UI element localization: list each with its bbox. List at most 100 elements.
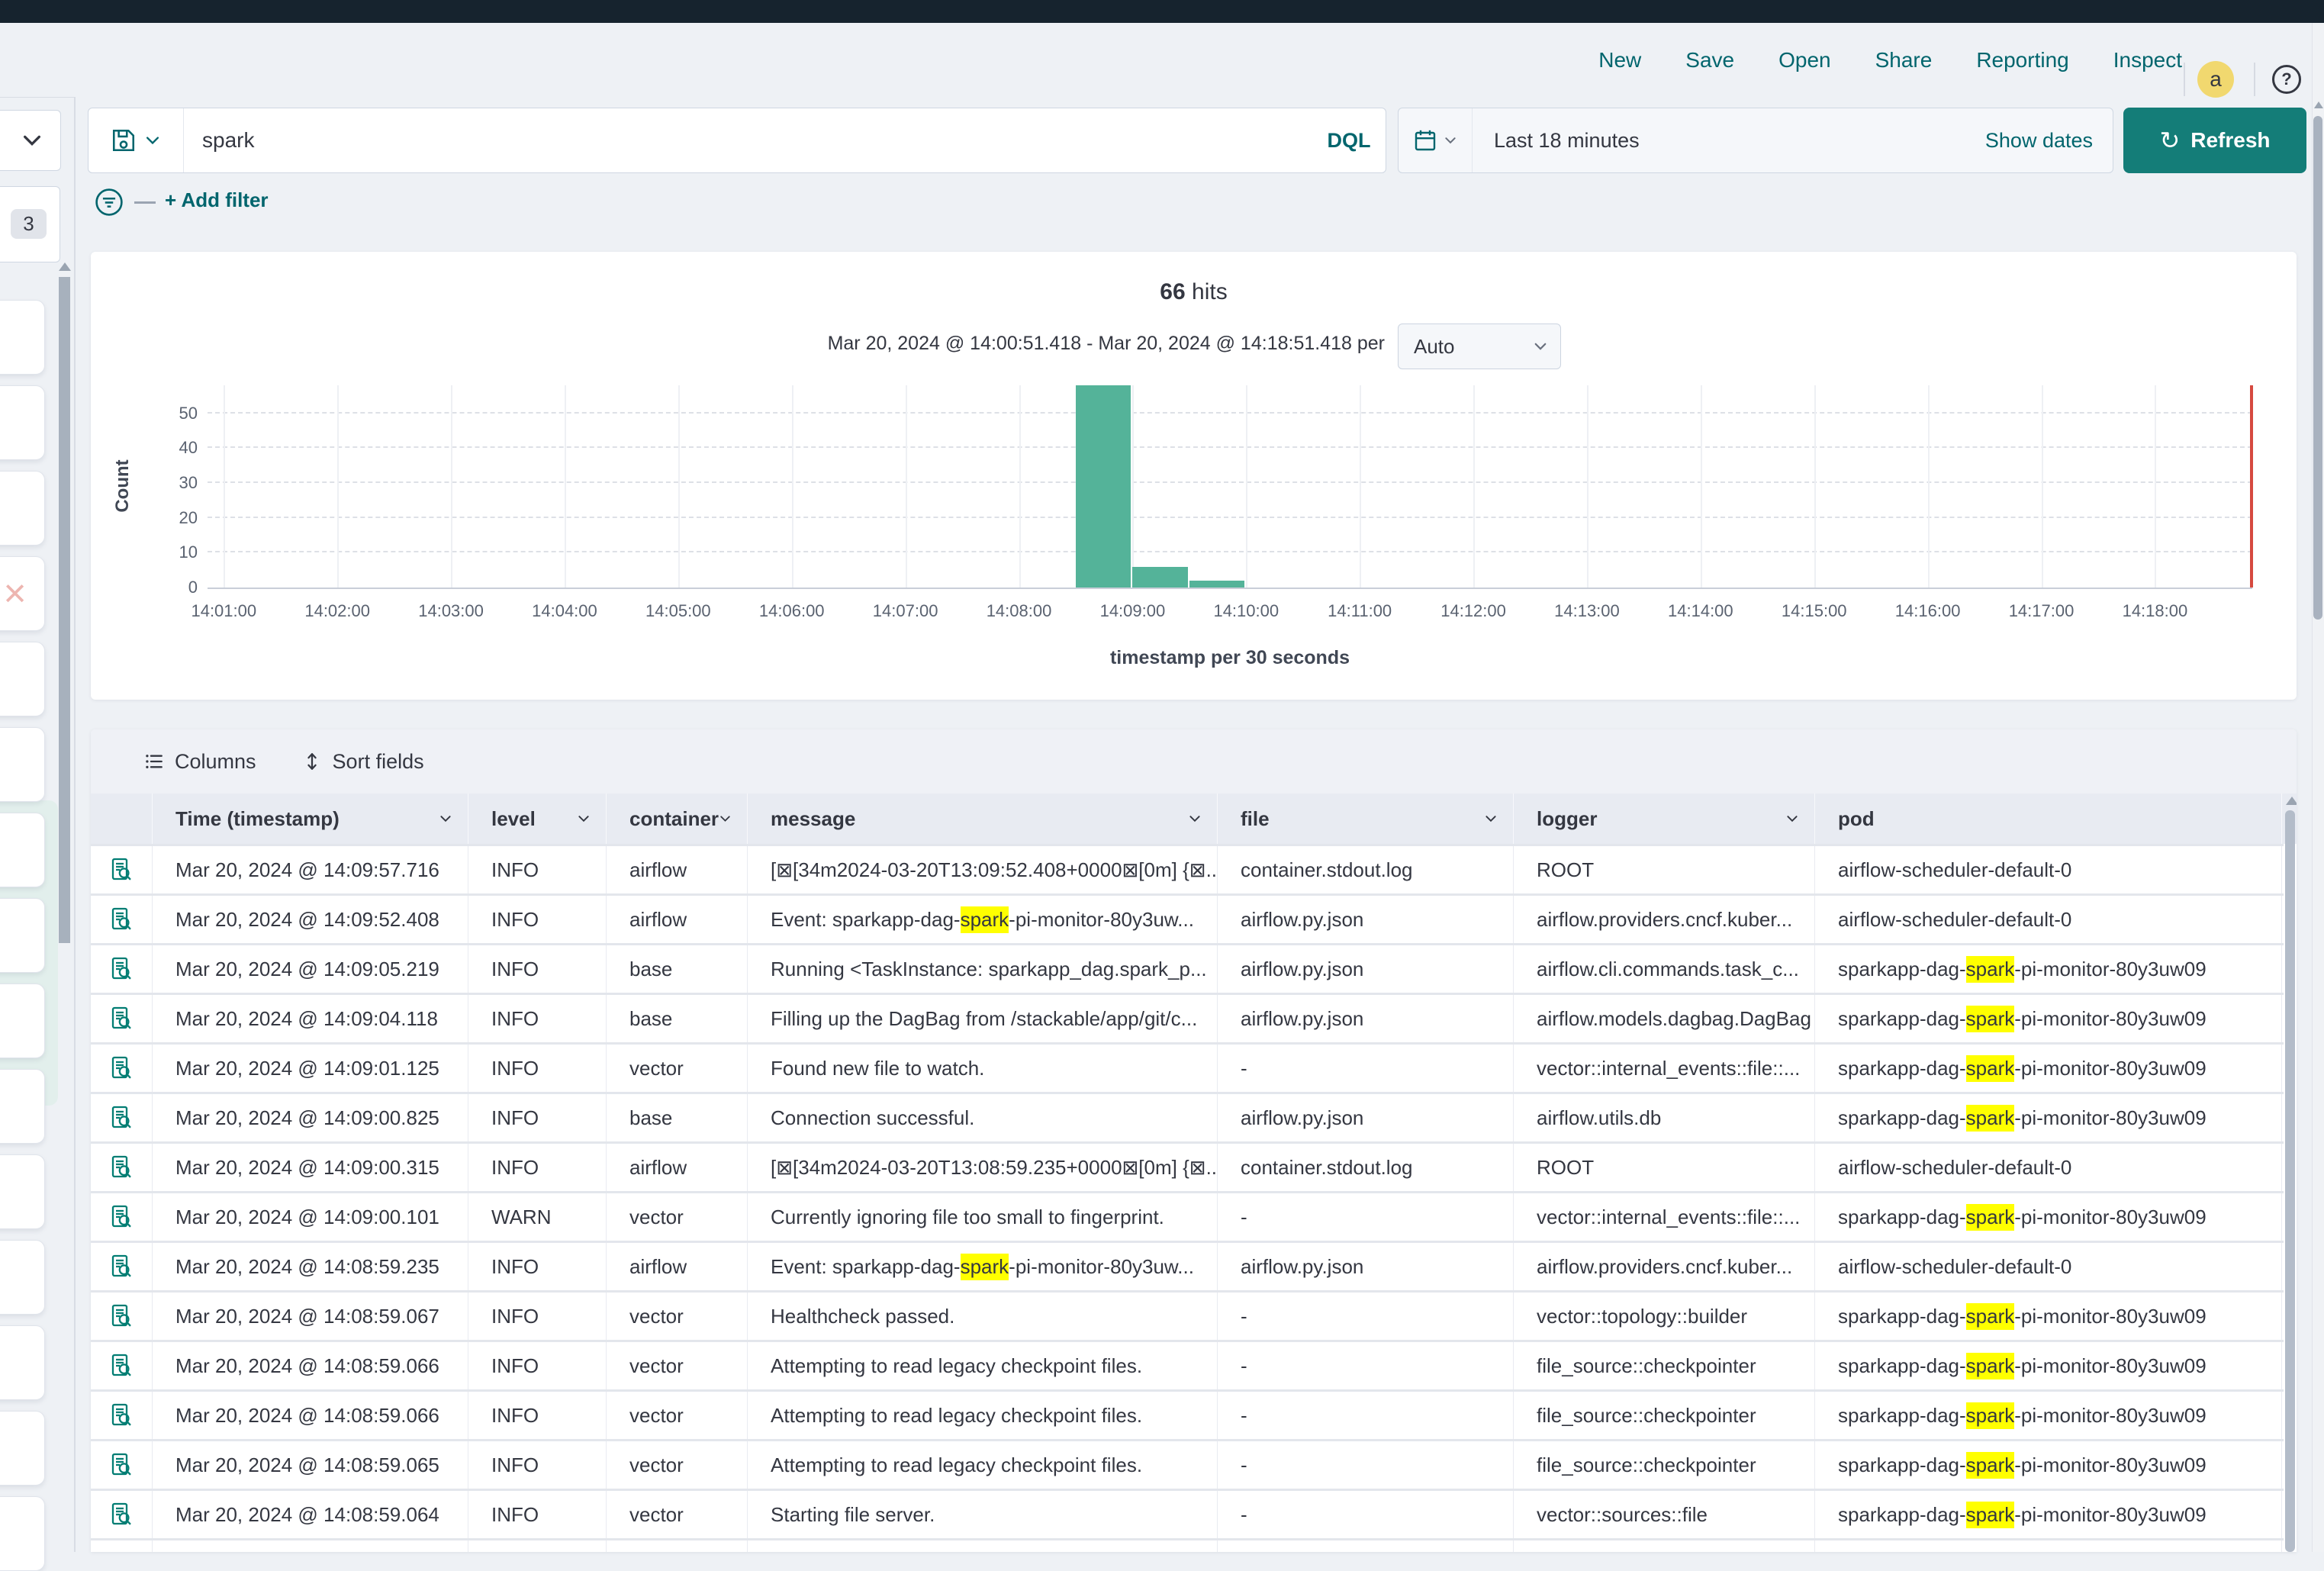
sidebar-chip[interactable] — [0, 1154, 45, 1229]
expand-document-icon[interactable] — [109, 857, 134, 883]
pod-cell: sparkapp-dag-spark-pi-monitor-80y3uw09 — [1815, 1193, 2282, 1241]
x-tick-label: 14:05:00 — [625, 601, 732, 621]
file-cell — [1218, 1540, 1514, 1552]
expand-document-icon[interactable] — [109, 956, 134, 982]
level-cell: INFO — [468, 945, 607, 993]
sidebar-chip[interactable] — [0, 1411, 45, 1486]
columns-button[interactable]: Columns — [144, 750, 256, 774]
log-row: Mar 20, 2024 @ 14:08:59.065INFOvectorAtt… — [91, 1439, 2284, 1489]
pod-cell: sparkapp-dag-spark-pi-monitor-80y3uw09 — [1815, 1441, 2282, 1489]
gridline — [1246, 385, 1247, 588]
expand-document-icon[interactable] — [109, 1105, 134, 1131]
refresh-button[interactable]: ↻ Refresh — [2123, 108, 2306, 173]
message-cell — [748, 1540, 1218, 1552]
time-range-subtitle: Mar 20, 2024 @ 14:00:51.418 - Mar 20, 20… — [828, 333, 1385, 355]
saved-queries-button[interactable] — [89, 108, 184, 172]
sidebar-chip[interactable] — [0, 983, 45, 1058]
expand-document-icon[interactable] — [109, 1154, 134, 1180]
column-header-file[interactable]: file — [1218, 794, 1514, 844]
add-filter-button[interactable]: + Add filter — [165, 188, 269, 212]
container-cell: vector — [607, 1045, 748, 1092]
nav-link-save[interactable]: Save — [1685, 48, 1734, 72]
time-cell — [153, 1540, 468, 1552]
search-input[interactable]: spark — [184, 128, 1312, 153]
gridline — [1701, 385, 1702, 588]
expand-document-icon[interactable] — [109, 1006, 134, 1032]
close-icon[interactable]: × — [0, 574, 27, 613]
nav-link-share[interactable]: Share — [1875, 48, 1933, 72]
sidebar-chip[interactable] — [0, 385, 45, 460]
file-cell: - — [1218, 1392, 1514, 1439]
expand-document-icon[interactable] — [109, 1055, 134, 1081]
interval-select[interactable]: Auto — [1398, 324, 1561, 369]
column-label: level — [491, 807, 536, 831]
column-header-message[interactable]: message — [748, 794, 1218, 844]
sidebar-scroll-up-arrow[interactable] — [59, 262, 71, 271]
date-quick-select-button[interactable] — [1399, 108, 1473, 172]
column-header-logger[interactable]: logger — [1514, 794, 1815, 844]
expand-document-icon[interactable] — [109, 906, 134, 932]
sidebar-scrollbar[interactable] — [59, 277, 70, 943]
sidebar-chip[interactable] — [0, 813, 45, 887]
search-highlight: spark — [1966, 1502, 2015, 1528]
avatar[interactable]: a — [2197, 61, 2234, 98]
container-cell: airflow — [607, 1243, 748, 1290]
nav-link-new[interactable]: New — [1598, 48, 1641, 72]
container-cell: vector — [607, 1491, 748, 1538]
sidebar-chip[interactable] — [0, 1240, 45, 1315]
histogram-bar[interactable] — [1132, 567, 1187, 588]
expand-cell — [91, 846, 153, 893]
column-header-container[interactable]: container — [607, 794, 748, 844]
sidebar-chip[interactable]: × — [0, 556, 45, 631]
file-cell: - — [1218, 1045, 1514, 1092]
nav-link-reporting[interactable]: Reporting — [1976, 48, 2068, 72]
x-axis-labels: 14:01:0014:02:0014:03:0014:04:0014:05:00… — [208, 601, 2252, 624]
help-icon[interactable]: ? — [2272, 65, 2301, 94]
expand-document-icon[interactable] — [109, 1353, 134, 1379]
query-language-button[interactable]: DQL — [1312, 129, 1386, 153]
file-cell: airflow.py.json — [1218, 945, 1514, 993]
expand-document-icon[interactable] — [109, 1303, 134, 1329]
container-cell: vector — [607, 1392, 748, 1439]
sidebar-chip[interactable] — [0, 300, 45, 375]
pod-cell — [1815, 1540, 2282, 1552]
expand-document-icon[interactable] — [109, 1452, 134, 1478]
sidebar-count-box[interactable]: 3 — [0, 186, 60, 262]
page-scroll-up-arrow[interactable] — [2314, 101, 2323, 108]
sidebar-chip[interactable] — [0, 1496, 45, 1571]
table-scrollbar[interactable] — [2285, 810, 2295, 1552]
expand-document-icon[interactable] — [109, 1502, 134, 1528]
gridline — [1132, 385, 1134, 588]
sidebar-collapse-toggle[interactable] — [0, 110, 61, 171]
page-scrollbar[interactable] — [2313, 116, 2322, 620]
time-range-value[interactable]: Last 18 minutes — [1473, 129, 1985, 153]
expand-document-icon[interactable] — [109, 1254, 134, 1280]
sidebar-chip[interactable] — [0, 471, 45, 546]
histogram-bar[interactable] — [1076, 385, 1131, 588]
histogram-bar[interactable] — [1189, 581, 1244, 588]
sort-fields-button[interactable]: Sort fields — [302, 750, 424, 774]
sidebar-chip[interactable] — [0, 898, 45, 973]
show-dates-button[interactable]: Show dates — [1985, 129, 2113, 153]
column-header-time[interactable]: Time (timestamp) — [153, 794, 468, 844]
nav-link-inspect[interactable]: Inspect — [2113, 48, 2182, 72]
nav-link-open[interactable]: Open — [1778, 48, 1831, 72]
column-header-expand — [91, 794, 153, 844]
table-scroll-up-arrow[interactable] — [2286, 797, 2297, 805]
pod-cell: sparkapp-dag-spark-pi-monitor-80y3uw09 — [1815, 1392, 2282, 1439]
gridline — [678, 385, 680, 588]
sidebar-chip[interactable] — [0, 727, 45, 802]
column-header-level[interactable]: level — [468, 794, 607, 844]
file-cell: - — [1218, 1491, 1514, 1538]
calendar-icon — [1413, 128, 1437, 153]
sidebar-chip[interactable] — [0, 1325, 45, 1400]
search-highlight: spark — [1966, 1402, 2015, 1429]
sidebar-chip[interactable] — [0, 1069, 45, 1144]
expand-document-icon[interactable] — [109, 1204, 134, 1230]
level-cell: WARN — [468, 1193, 607, 1241]
column-header-pod[interactable]: pod — [1815, 794, 2282, 844]
expand-document-icon[interactable] — [109, 1402, 134, 1428]
filter-icon[interactable] — [95, 188, 124, 217]
sidebar-chip[interactable] — [0, 642, 45, 716]
gridline — [337, 385, 339, 588]
